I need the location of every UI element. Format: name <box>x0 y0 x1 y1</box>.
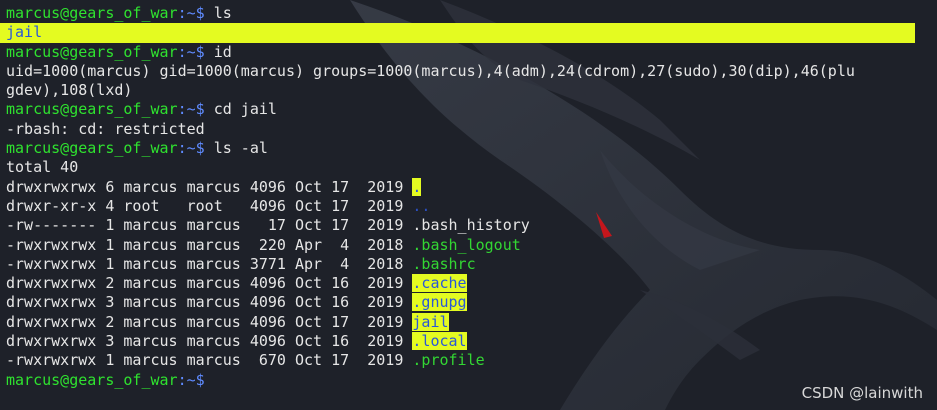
listing-row: drwxr-xr-x 4 root root 4096 Oct 17 2019 … <box>6 197 937 216</box>
listing-row: -rwxrwxrwx 1 marcus marcus 670 Oct 17 20… <box>6 351 937 370</box>
prompt-user: marcus@gears_of_war <box>6 370 178 389</box>
listing-meta: drwxr-xr-x 4 root root 4096 Oct 17 2019 <box>6 196 413 215</box>
listing-row: drwxrwxrwx 3 marcus marcus 4096 Oct 16 2… <box>6 293 937 312</box>
prompt-path: :~$ <box>177 370 205 389</box>
prompt-line: marcus@gears_of_war:~$ ls <box>6 4 937 23</box>
id-output-line: uid=1000(marcus) gid=1000(marcus) groups… <box>6 61 855 80</box>
prompt-line: marcus@gears_of_war:~$ <box>6 371 937 390</box>
listing-meta: drwxrwxrwx 3 marcus marcus 4096 Oct 16 2… <box>6 332 413 351</box>
listing-row: -rw------- 1 marcus marcus 17 Oct 17 201… <box>6 216 937 235</box>
listing-filename: .bash_logout <box>412 235 521 254</box>
listing-meta: drwxrwxrwx 2 marcus marcus 4096 Oct 17 2… <box>6 312 413 331</box>
id-output-line: gdev),108(lxd) <box>6 81 133 100</box>
text-cursor <box>205 373 214 388</box>
listing-meta: -rwxrwxrwx 1 marcus marcus 3771 Apr 4 20… <box>6 254 413 273</box>
listing-row: drwxrwxrwx 2 marcus marcus 4096 Oct 17 2… <box>6 312 937 332</box>
listing-meta: drwxrwxrwx 6 marcus marcus 4096 Oct 17 2… <box>6 177 413 196</box>
prompt-line: marcus@gears_of_war:~$ cd jail <box>6 100 937 119</box>
listing-filename: .bash_history <box>412 216 530 235</box>
watermark-text: CSDN @lainwith <box>801 384 923 402</box>
prompt-path: :~$ <box>177 42 205 61</box>
prompt-user: marcus@gears_of_war <box>6 4 178 22</box>
listing-row: -rwxrwxrwx 1 marcus marcus 3771 Apr 4 20… <box>6 255 937 274</box>
listing-meta: -rwxrwxrwx 1 marcus marcus 670 Oct 17 20… <box>6 351 413 370</box>
listing-row: drwxrwxrwx 6 marcus marcus 4096 Oct 17 2… <box>6 177 937 197</box>
listing-meta: -rwxrwxrwx 1 marcus marcus 220 Apr 4 201… <box>6 235 413 254</box>
prompt-user: marcus@gears_of_war <box>6 42 178 61</box>
command-text: ls -al <box>213 139 268 158</box>
command-text: id <box>213 42 232 61</box>
listing-filename: jail <box>412 312 449 331</box>
prompt-path: :~$ <box>177 139 205 158</box>
prompt-path: :~$ <box>177 100 205 119</box>
listing-filename: .gnupg <box>412 293 467 312</box>
terminal-output[interactable]: marcus@gears_of_war:~$ ls jail marcus@ge… <box>0 4 937 390</box>
listing-meta: drwxrwxrwx 3 marcus marcus 4096 Oct 16 2… <box>6 293 413 312</box>
listing-filename: .profile <box>412 351 485 370</box>
listing-filename: .cache <box>412 274 467 293</box>
listing-row: -rwxrwxrwx 1 marcus marcus 220 Apr 4 201… <box>6 236 937 255</box>
listing-filename: . <box>412 177 422 196</box>
listing-meta: -rw------- 1 marcus marcus 17 Oct 17 201… <box>6 216 413 235</box>
cd-error-line: -rbash: cd: restricted <box>6 119 205 138</box>
ls-output-line: jail <box>0 23 915 43</box>
command-text: ls <box>213 4 232 22</box>
prompt-user: marcus@gears_of_war <box>6 100 178 119</box>
prompt-line: marcus@gears_of_war:~$ id <box>6 43 937 62</box>
listing-row: drwxrwxrwx 2 marcus marcus 4096 Oct 16 2… <box>6 274 937 293</box>
listing-meta: drwxrwxrwx 2 marcus marcus 4096 Oct 16 2… <box>6 274 413 293</box>
prompt-line: marcus@gears_of_war:~$ ls -al <box>6 139 937 158</box>
listing-filename: .local <box>412 332 467 351</box>
total-line: total 40 <box>6 158 79 177</box>
listing-row: drwxrwxrwx 3 marcus marcus 4096 Oct 16 2… <box>6 332 937 351</box>
listing-filename: .. <box>412 196 431 215</box>
prompt-path: :~$ <box>177 4 205 22</box>
prompt-user: marcus@gears_of_war <box>6 139 178 158</box>
command-text: cd jail <box>213 100 277 119</box>
listing-filename: .bashrc <box>412 254 476 273</box>
